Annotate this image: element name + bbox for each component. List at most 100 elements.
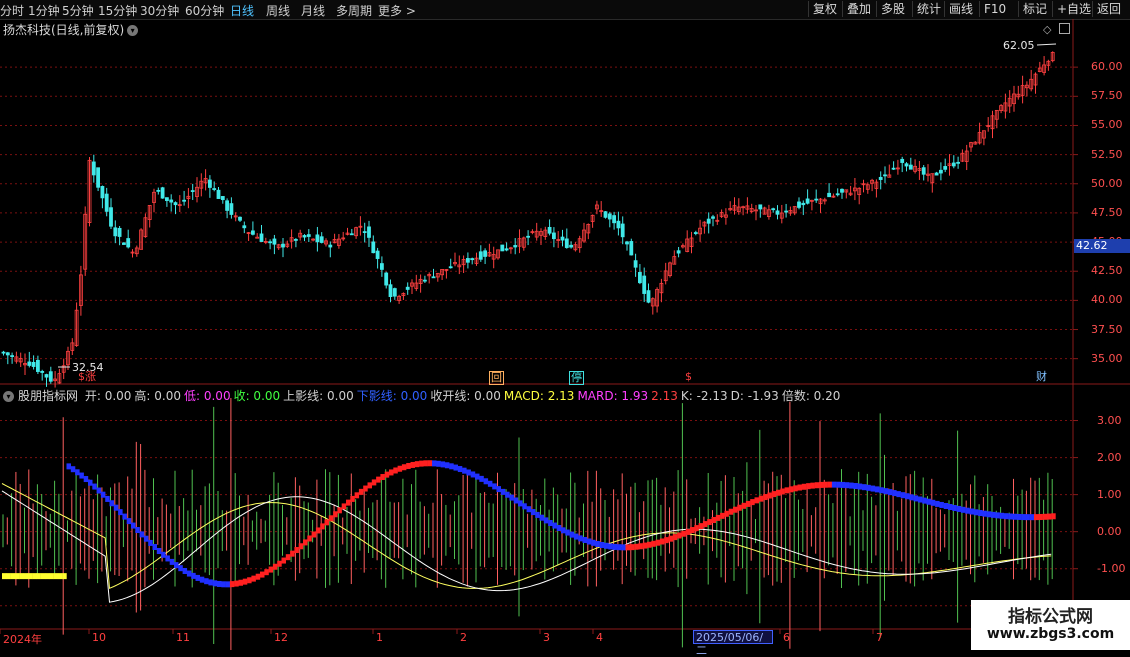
trend-band-segment — [883, 488, 888, 495]
trend-band-segment — [457, 466, 463, 473]
candle-body — [939, 169, 943, 174]
candle-body — [388, 284, 393, 298]
trend-band-segment — [586, 538, 592, 545]
trend-band-segment — [776, 489, 781, 496]
candle-body — [951, 162, 956, 167]
candle-body — [629, 241, 634, 256]
trend-band-segment — [126, 518, 132, 525]
trend-band-segment — [242, 578, 248, 585]
candle-body — [465, 258, 470, 263]
chart-canvas[interactable] — [0, 0, 1130, 650]
trend-band-segment — [578, 535, 583, 542]
candle-body — [943, 166, 948, 170]
trend-band-segment — [320, 523, 325, 530]
candle-body — [375, 250, 380, 259]
trend-band-segment — [750, 499, 755, 506]
candle-body — [190, 190, 195, 192]
trend-band-segment — [88, 479, 93, 486]
trend-band-segment — [806, 483, 811, 490]
trend-band-segment — [913, 495, 919, 502]
trend-band-segment — [100, 491, 106, 498]
signal-line-yellow — [1, 483, 1052, 590]
candle-body — [616, 220, 621, 229]
trend-band-segment — [642, 542, 648, 549]
trend-band-segment — [14, 573, 20, 580]
candle-body — [268, 241, 273, 244]
highlighted-date: 2025/05/06/二 — [693, 630, 773, 657]
trend-band-segment — [935, 500, 940, 507]
trend-band-segment — [1051, 513, 1056, 520]
indicator-name[interactable]: 股朋指标网 — [18, 389, 78, 403]
trend-band-segment — [453, 464, 458, 471]
trend-band-segment — [960, 506, 966, 513]
diamond-icon[interactable]: ◇ — [1043, 23, 1051, 36]
candle-body — [775, 210, 780, 215]
price-marker[interactable]: 回 — [489, 371, 504, 385]
trend-band-segment — [324, 519, 329, 526]
trend-band-segment — [582, 537, 587, 544]
trend-band-segment — [70, 466, 76, 473]
trend-band-segment — [487, 480, 493, 487]
trend-band-segment — [612, 543, 618, 550]
trend-band-segment — [92, 483, 97, 490]
candle-body — [225, 200, 230, 211]
trend-band-segment — [462, 467, 467, 474]
trend-band-segment — [621, 544, 626, 551]
time-axis-label: 6 — [783, 631, 790, 644]
trend-band-segment — [905, 493, 910, 500]
trend-band-segment — [823, 481, 828, 488]
trend-band-segment — [948, 504, 953, 511]
trend-band-segment — [389, 469, 394, 476]
time-axis-label: 1 — [376, 631, 383, 644]
price-axis-label: 60.00 — [1091, 60, 1123, 74]
candle-body — [349, 233, 354, 236]
trend-band-segment — [599, 541, 605, 548]
trend-band-segment — [96, 487, 102, 494]
indicator-field: D: -1.93 — [730, 389, 779, 403]
price-marker[interactable]: 财 — [1036, 371, 1047, 383]
time-axis-label: 4 — [596, 631, 603, 644]
trend-band-segment — [810, 482, 815, 489]
candle-body — [504, 248, 509, 251]
trend-band-segment — [492, 483, 497, 490]
trend-band-segment — [212, 580, 218, 587]
trend-band-segment — [182, 567, 188, 574]
price-marker[interactable]: 停 — [569, 371, 584, 385]
time-axis-label: 3 — [543, 631, 550, 644]
trend-band-segment — [449, 463, 454, 470]
trend-band-segment — [926, 498, 931, 505]
trend-band-segment — [79, 472, 84, 479]
trend-band-segment — [668, 535, 673, 542]
candle-body — [44, 374, 49, 378]
candle-body — [104, 193, 109, 212]
indicator-bars — [2, 398, 1053, 650]
trend-band-segment — [143, 535, 149, 542]
price-marker[interactable]: $涨 — [78, 371, 96, 383]
trend-band-segment — [410, 461, 415, 468]
trend-band-segment — [518, 500, 523, 507]
time-axis-label: 11 — [176, 631, 190, 644]
current-price-tag: 42.62 — [1074, 239, 1130, 253]
candle-body — [620, 223, 625, 238]
trend-band-segment — [393, 467, 398, 474]
trend-band-segment — [247, 577, 252, 584]
candle-body — [814, 198, 819, 201]
trend-band-segment — [109, 500, 114, 507]
dropdown-icon[interactable]: ▾ — [3, 391, 14, 402]
trend-band-segment — [483, 478, 489, 485]
trend-band-segment — [148, 539, 153, 546]
trend-band-segment — [199, 576, 205, 583]
price-marker[interactable]: $ — [685, 371, 692, 383]
candle-body — [827, 192, 831, 198]
trend-band-segment — [556, 525, 562, 532]
candle-body — [706, 218, 711, 224]
candle-body — [250, 230, 255, 235]
price-high-label: 62.05 — [1003, 39, 1035, 52]
indicator-fields: 开: 0.00 高: 0.00 低: 0.00 收: 0.00 上影线: 0.00 下影线… — [85, 389, 844, 403]
candle-body — [384, 272, 389, 286]
time-axis-label: 10 — [92, 631, 106, 644]
trend-band-segment — [771, 491, 777, 498]
panel-toggle-icon[interactable] — [1059, 23, 1070, 34]
trend-band-segment — [281, 557, 286, 564]
trend-band-segment — [440, 461, 446, 468]
